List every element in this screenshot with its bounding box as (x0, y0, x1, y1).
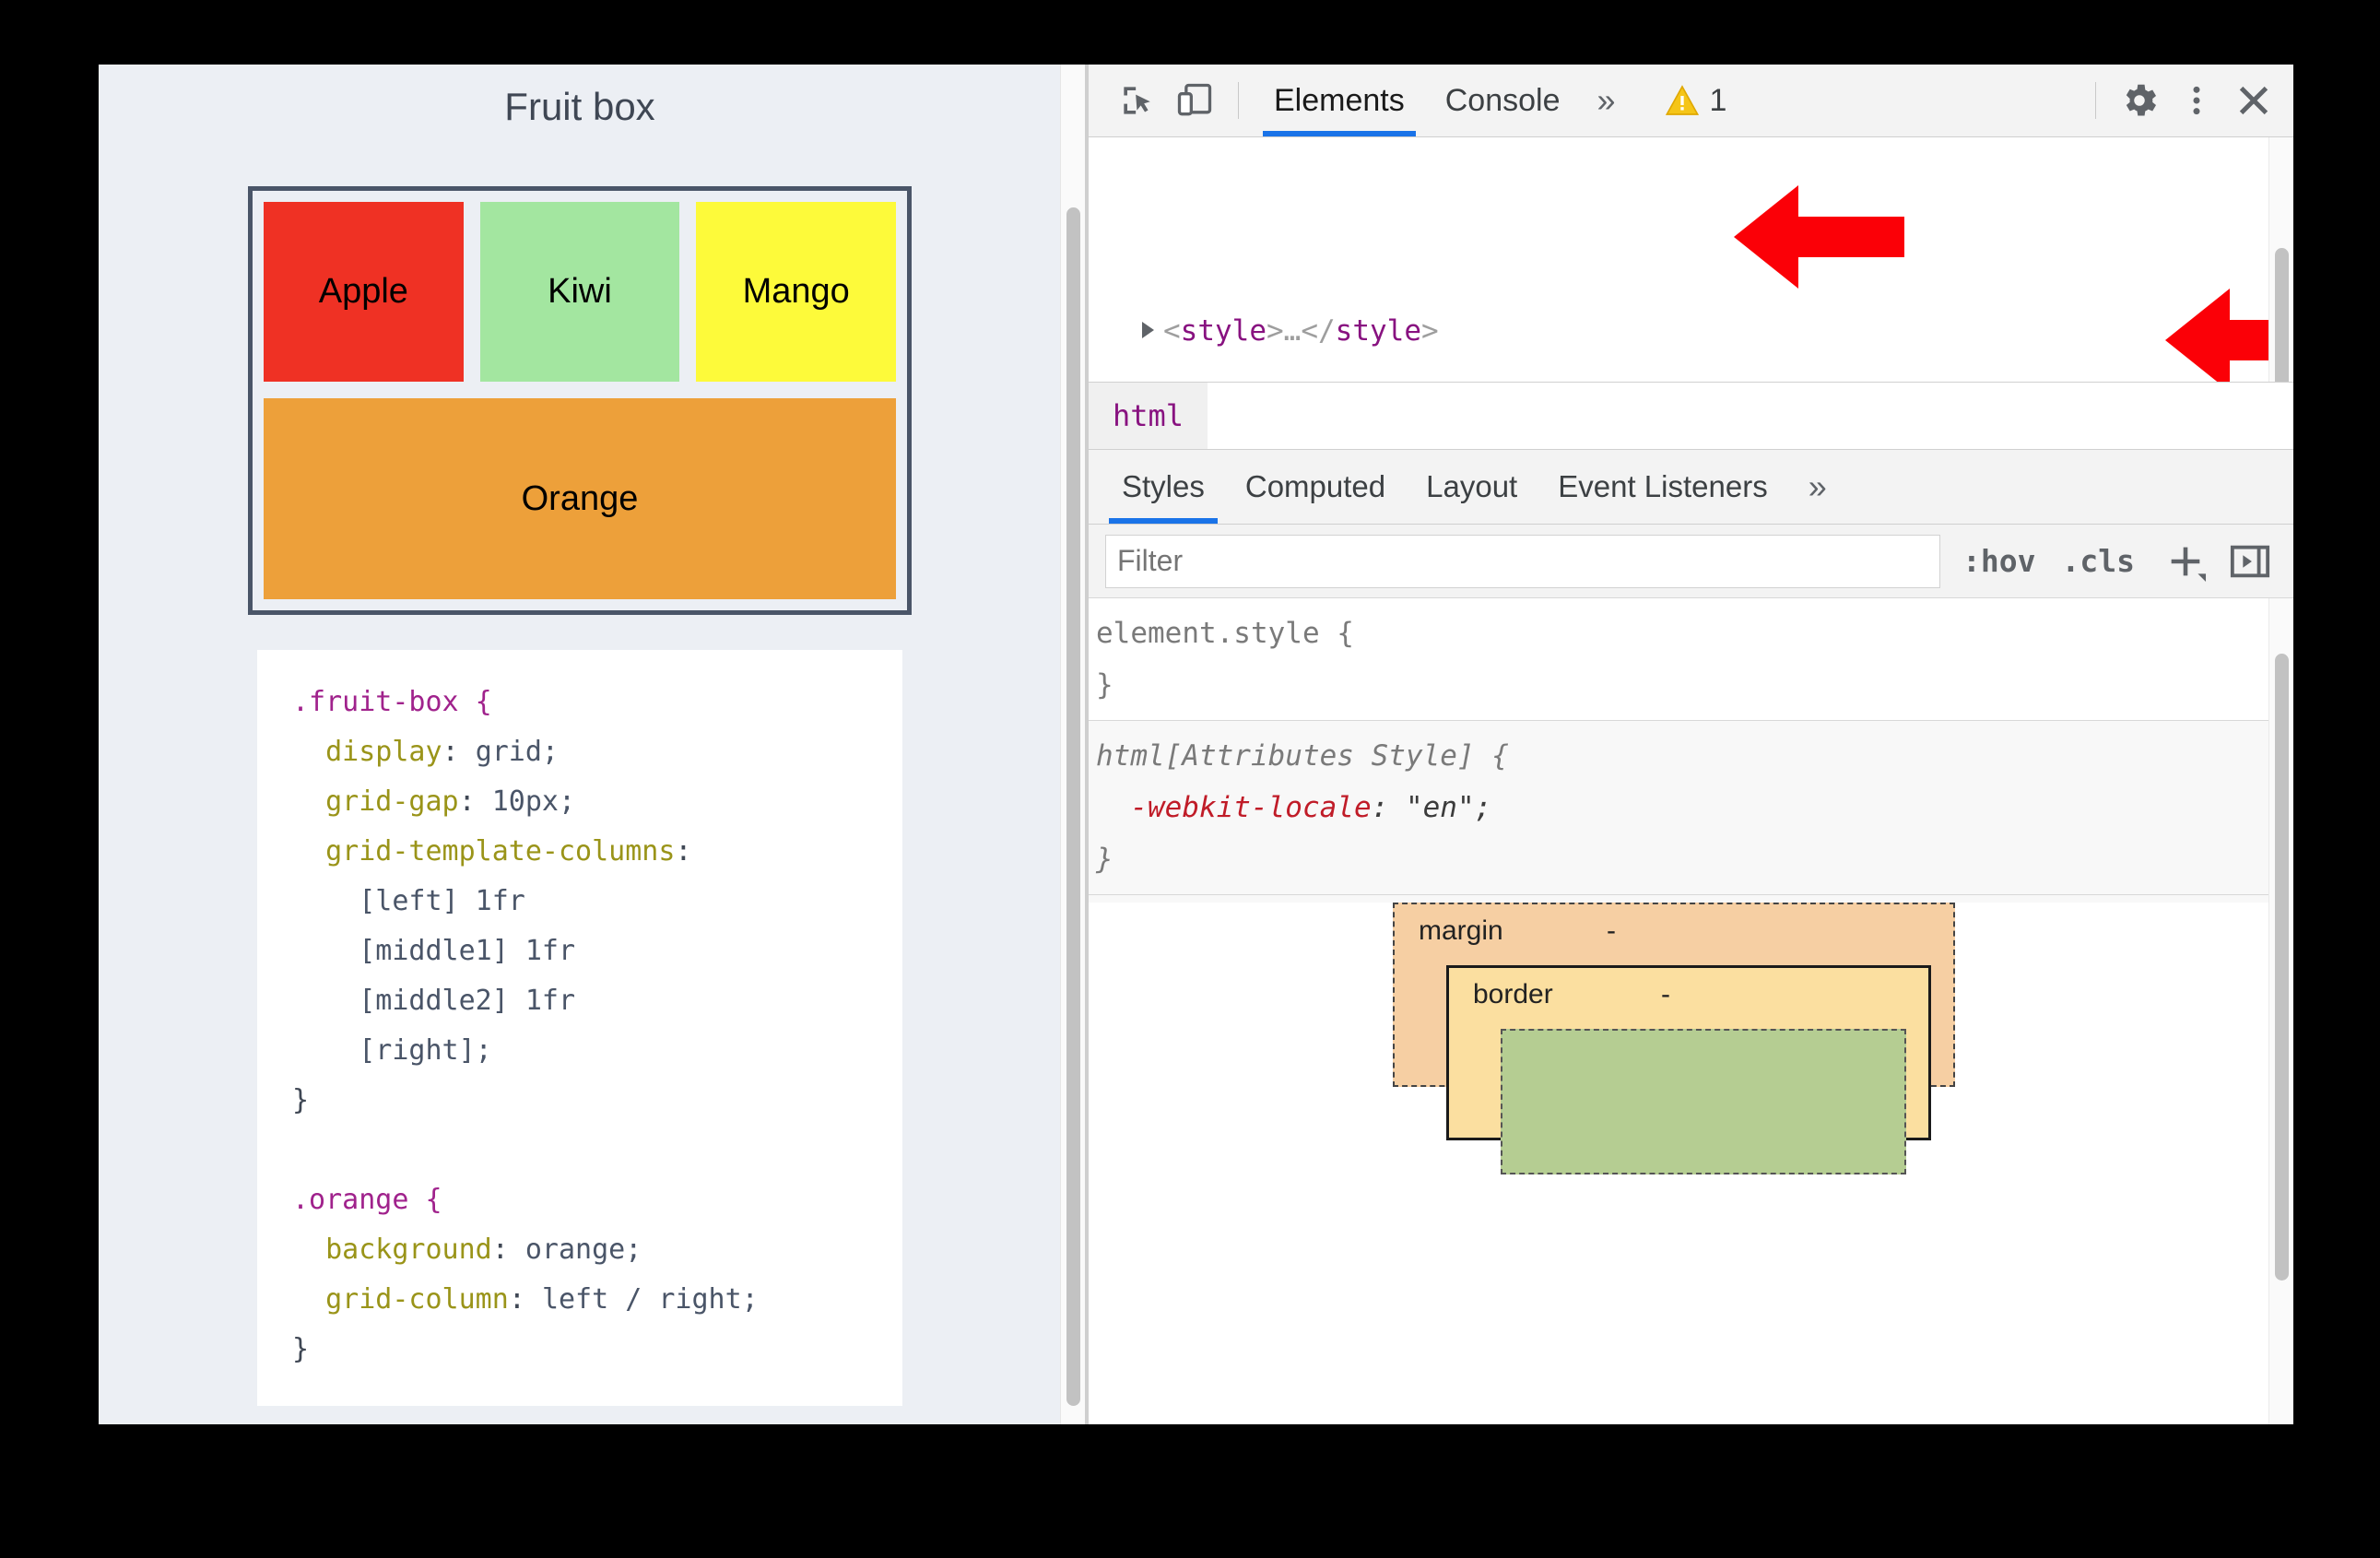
inspect-element-icon[interactable] (1109, 72, 1166, 129)
more-tabs-icon[interactable]: » (1580, 81, 1632, 120)
box-model-margin-value[interactable]: - (1607, 915, 1616, 947)
box-model-border-label: border (1473, 979, 1553, 1009)
warning-indicator[interactable]: 1 (1664, 82, 1727, 119)
sidebar-tabs: Styles Computed Layout Event Listeners » (1089, 450, 2293, 525)
box-model-padding[interactable] (1501, 1029, 1906, 1174)
css-value: grid; (475, 736, 559, 768)
css-value: orange; (524, 1233, 642, 1266)
page-scrollbar-thumb[interactable] (1066, 207, 1080, 1406)
css-value: 10px; (491, 785, 576, 818)
chevron-right-icon[interactable] (1142, 322, 1154, 338)
fruit-cell-kiwi: Kiwi (479, 202, 680, 382)
style-rule-element-style[interactable]: element.style { } (1089, 598, 2293, 721)
toolbar-divider (2095, 82, 2096, 119)
toolbar-divider (1238, 82, 1239, 119)
devtools-toolbar: Elements Console » 1 (1089, 65, 2293, 137)
css-property: grid-gap (325, 785, 459, 818)
tab-layout[interactable]: Layout (1406, 450, 1538, 524)
hov-toggle-button[interactable]: :hov (1950, 543, 2048, 579)
styles-scrollbar[interactable] (2268, 598, 2293, 1424)
css-value: left / right; (541, 1283, 759, 1316)
fruit-label: Orange (521, 478, 639, 518)
page-scrollbar[interactable] (1060, 65, 1085, 1424)
css-property: grid-column (325, 1283, 509, 1316)
css-property: background (325, 1233, 492, 1266)
page-title: Fruit box (504, 85, 655, 128)
css-value-line: [right]; (359, 1034, 492, 1067)
tab-styles[interactable]: Styles (1102, 450, 1225, 524)
dom-tree-lines: <style>…</style> <main>grid <p>Fruit box… (1089, 137, 2293, 382)
rule-value[interactable]: "en"; (1406, 791, 1491, 824)
fruit-label: Mango (742, 272, 850, 311)
warning-triangle-icon (1664, 82, 1701, 119)
fruit-cell-apple: Apple (264, 202, 464, 382)
rendered-page-pane: Fruit box Apple Kiwi Mango Orange .fruit… (99, 65, 1085, 1424)
tab-console[interactable]: Console (1425, 65, 1581, 136)
devtools-panel: Elements Console » 1 <style>…</style> ht… (1089, 65, 2293, 1424)
rule-close: } (1096, 843, 1113, 876)
rule-close: } (1096, 668, 1113, 702)
dom-tree[interactable]: <style>…</style> <main>grid <p>Fruit box… (1089, 137, 2293, 383)
fruit-label: Apple (318, 272, 408, 311)
css-rule-close: } (292, 1084, 310, 1116)
browser-viewport: Fruit box Apple Kiwi Mango Orange .fruit… (99, 65, 2293, 1424)
annotation-arrow-main (1734, 185, 1904, 289)
warning-count: 1 (1709, 82, 1727, 118)
css-value-line: [left] 1fr (359, 885, 525, 917)
box-model-margin-label: margin (1419, 915, 1503, 946)
tab-event-listeners[interactable]: Event Listeners (1538, 450, 1787, 524)
toolbar-right-group (2080, 72, 2282, 129)
dom-tree-scrollbar-thumb[interactable] (2275, 248, 2289, 382)
fruit-cell-orange: Orange (264, 398, 896, 599)
filter-input[interactable] (1105, 534, 1941, 588)
css-value-line: [middle2] 1fr (359, 985, 576, 1017)
more-options-icon[interactable] (2168, 72, 2225, 129)
css-selector-orange: .orange { (292, 1184, 442, 1216)
tab-elements[interactable]: Elements (1254, 65, 1425, 136)
fruit-label: Kiwi (548, 272, 612, 311)
gear-icon[interactable] (2111, 72, 2168, 129)
plus-icon[interactable] (2148, 540, 2216, 583)
cls-toggle-button[interactable]: .cls (2049, 543, 2148, 579)
css-value-line: [middle1] 1fr (359, 935, 576, 967)
rule-selector[interactable]: html[Attributes Style] { (1096, 739, 1509, 773)
styles-rules-list: element.style { } html[Attributes Style]… (1089, 598, 2293, 1424)
css-property: display (325, 736, 442, 768)
box-model-border[interactable]: border - (1446, 965, 1931, 1174)
css-selector-fruit-box: .fruit-box { (292, 686, 492, 718)
breadcrumb-item-html[interactable]: html (1089, 383, 1208, 449)
box-model-margin[interactable]: margin - border - (1393, 903, 1955, 1174)
styles-scrollbar-thumb[interactable] (2275, 654, 2289, 1281)
style-rule-html-attributes[interactable]: html[Attributes Style] { -webkit-locale:… (1089, 721, 2293, 895)
css-rule-close: } (292, 1333, 310, 1365)
css-code-block: .fruit-box { display: grid; grid-gap: 10… (257, 650, 902, 1406)
box-model-border-value[interactable]: - (1661, 979, 1670, 1010)
rule-selector[interactable]: element.style { (1096, 617, 1354, 650)
page-content: Fruit box Apple Kiwi Mango Orange .fruit… (99, 65, 1061, 1424)
rule-property[interactable]: -webkit-locale (1130, 791, 1371, 824)
device-toolbar-icon[interactable] (1166, 72, 1223, 129)
box-model-diagram: margin - border - (1089, 903, 2293, 1424)
css-property: grid-template-columns (325, 835, 676, 868)
sidebar-more-tabs-icon[interactable]: » (1788, 450, 1847, 524)
styles-filter-bar: :hov .cls (1089, 525, 2293, 598)
dom-tree-scrollbar[interactable] (2268, 137, 2293, 382)
fruit-cell-mango: Mango (696, 202, 896, 382)
breadcrumb: html (1089, 383, 2293, 450)
toggle-sidebar-icon[interactable] (2216, 540, 2279, 583)
fruit-box-grid: Apple Kiwi Mango Orange (248, 186, 912, 615)
dom-node-style-1[interactable]: <style>…</style> (1142, 305, 2293, 357)
close-icon[interactable] (2225, 72, 2282, 129)
tab-computed[interactable]: Computed (1225, 450, 1406, 524)
